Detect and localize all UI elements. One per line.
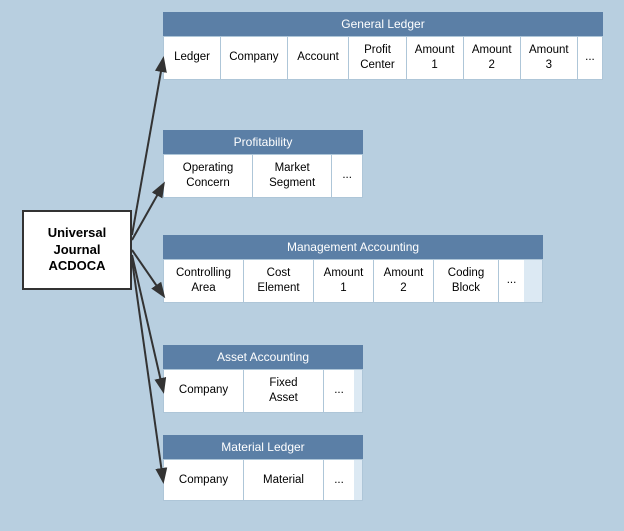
gl-cell-ellipsis: ... bbox=[578, 37, 602, 79]
prof-cell-ellipsis: ... bbox=[332, 155, 362, 197]
aa-cell-fa: FixedAsset bbox=[244, 370, 324, 412]
general-ledger-section: General Ledger Ledger Company Account Pr… bbox=[163, 12, 603, 80]
ma-header: Management Accounting bbox=[163, 235, 543, 259]
prof-body: OperatingConcern MarketSegment ... bbox=[163, 154, 363, 198]
prof-cell-ms: MarketSegment bbox=[253, 155, 332, 197]
ml-cell-ellipsis: ... bbox=[324, 460, 354, 500]
management-accounting-section: Management Accounting ControllingArea Co… bbox=[163, 235, 543, 303]
prof-header: Profitability bbox=[163, 130, 363, 154]
ml-cell-material: Material bbox=[244, 460, 324, 500]
ml-cell-company: Company bbox=[164, 460, 244, 500]
diagram-container: Universal Journal ACDOCA General Ledger … bbox=[0, 0, 624, 531]
aa-header: Asset Accounting bbox=[163, 345, 363, 369]
prof-cell-oc: OperatingConcern bbox=[164, 155, 253, 197]
ml-body: Company Material ... bbox=[163, 459, 363, 501]
aa-body: Company FixedAsset ... bbox=[163, 369, 363, 413]
ma-row: ControllingArea CostElement Amount1 Amou… bbox=[164, 260, 542, 302]
gl-cell-amount3: Amount3 bbox=[521, 37, 578, 79]
gl-cell-amount2: Amount2 bbox=[464, 37, 521, 79]
ml-row: Company Material ... bbox=[164, 460, 362, 500]
ma-cell-ca: ControllingArea bbox=[164, 260, 244, 302]
ma-cell-amount2: Amount2 bbox=[374, 260, 434, 302]
aa-row: Company FixedAsset ... bbox=[164, 370, 362, 412]
gl-row: Ledger Company Account ProfitCenter Amou… bbox=[164, 37, 602, 79]
aa-cell-ellipsis: ... bbox=[324, 370, 354, 412]
gl-cell-company: Company bbox=[221, 37, 288, 79]
gl-cell-ledger: Ledger bbox=[164, 37, 221, 79]
ma-cell-amount1: Amount1 bbox=[314, 260, 374, 302]
gl-cell-amount1: Amount1 bbox=[407, 37, 464, 79]
ma-cell-ce: CostElement bbox=[244, 260, 314, 302]
gl-body: Ledger Company Account ProfitCenter Amou… bbox=[163, 36, 603, 80]
gl-cell-account: Account bbox=[288, 37, 350, 79]
asset-accounting-section: Asset Accounting Company FixedAsset ... bbox=[163, 345, 363, 413]
ma-cell-cb: CodingBlock bbox=[434, 260, 499, 302]
aa-cell-company: Company bbox=[164, 370, 244, 412]
gl-header: General Ledger bbox=[163, 12, 603, 36]
profitability-section: Profitability OperatingConcern MarketSeg… bbox=[163, 130, 363, 198]
ml-header: Material Ledger bbox=[163, 435, 363, 459]
material-ledger-section: Material Ledger Company Material ... bbox=[163, 435, 363, 501]
gl-cell-profit-center: ProfitCenter bbox=[349, 37, 406, 79]
ma-cell-ellipsis: ... bbox=[499, 260, 524, 302]
prof-row: OperatingConcern MarketSegment ... bbox=[164, 155, 362, 197]
uj-label: Universal Journal ACDOCA bbox=[24, 225, 130, 276]
universal-journal-box: Universal Journal ACDOCA bbox=[22, 210, 132, 290]
ma-body: ControllingArea CostElement Amount1 Amou… bbox=[163, 259, 543, 303]
